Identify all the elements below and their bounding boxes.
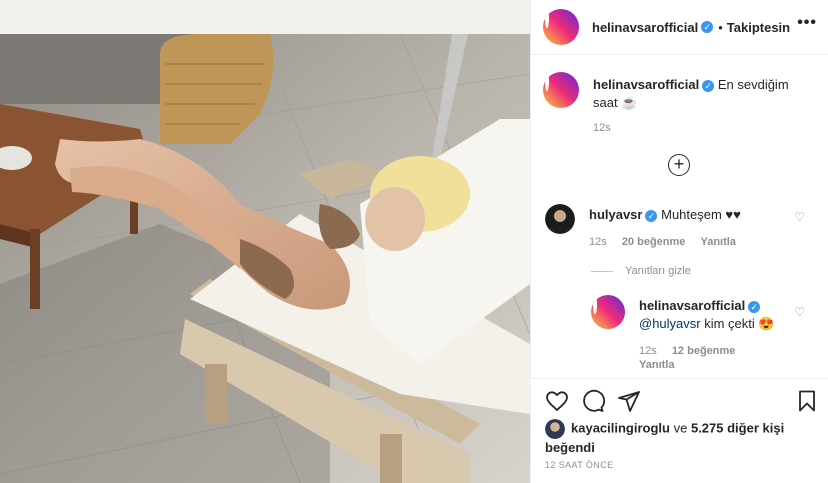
heart-icon[interactable]: ♡ xyxy=(794,210,805,224)
post-actions: kayacilingiroglu ve 5.275 diğer kişi beğ… xyxy=(531,378,828,483)
likes-others[interactable]: 5.275 diğer kişi xyxy=(691,420,784,435)
follow-status-button[interactable]: Takiptesin xyxy=(727,20,790,35)
post-side-panel: helinavsarofficial ✓ • Takiptesin ••• he… xyxy=(530,0,828,483)
verified-badge-icon: ✓ xyxy=(645,209,658,222)
comment-icon[interactable] xyxy=(581,389,605,413)
commenter-avatar[interactable] xyxy=(545,204,575,234)
reply-body: helinavsarofficial ✓ @hulyavsr kim çekti … xyxy=(639,297,779,333)
post-header: helinavsarofficial ✓ • Takiptesin ••• xyxy=(531,0,828,55)
liker-avatar[interactable] xyxy=(545,419,565,439)
photo-top-strip xyxy=(0,0,530,34)
more-options-icon[interactable]: ••• xyxy=(797,14,817,32)
separator-dot: • xyxy=(718,19,723,35)
author-avatar[interactable] xyxy=(543,9,579,45)
divider-line xyxy=(591,270,613,272)
post-photo[interactable] xyxy=(0,0,530,483)
heart-icon[interactable] xyxy=(545,389,569,413)
likes-summary: kayacilingiroglu ve 5.275 diğer kişi beğ… xyxy=(545,419,815,457)
paper-plane-icon[interactable] xyxy=(617,389,641,413)
plus-circle-icon[interactable]: + xyxy=(668,154,690,176)
caption-text-block: helinavsarofficial ✓ En sevdiğim saat ☕ xyxy=(593,76,813,112)
bookmark-icon[interactable] xyxy=(795,389,819,413)
commenter-username[interactable]: hulyavsr xyxy=(589,207,642,222)
caption-time[interactable]: 12s xyxy=(593,122,611,134)
comment-text: Muhteşem ♥♥ xyxy=(661,207,741,222)
verified-badge-icon: ✓ xyxy=(748,300,761,313)
comment-likes[interactable]: 20 beğenme xyxy=(622,236,686,248)
comment-body: hulyavsr ✓ Muhteşem ♥♥ xyxy=(589,206,789,224)
author-username[interactable]: helinavsarofficial xyxy=(592,20,698,35)
reply-username[interactable]: helinavsarofficial xyxy=(639,298,745,313)
reply-meta: 12s 12 beğenme Yanıtla xyxy=(639,344,747,372)
reply-avatar[interactable] xyxy=(591,295,625,329)
caption-username[interactable]: helinavsarofficial xyxy=(593,77,699,92)
heart-icon[interactable]: ♡ xyxy=(794,305,805,319)
hide-replies-button[interactable]: Yanıtları gizle xyxy=(591,265,691,277)
reply-reply-button[interactable]: Yanıtla xyxy=(639,359,674,371)
hide-replies-label: Yanıtları gizle xyxy=(625,265,691,277)
reply-likes[interactable]: 12 beğenme xyxy=(672,345,736,357)
reply-button[interactable]: Yanıtla xyxy=(700,236,735,248)
reply-mention[interactable]: @hulyavsr xyxy=(639,316,701,331)
comment-time[interactable]: 12s xyxy=(589,236,607,248)
reply-time[interactable]: 12s xyxy=(639,345,657,357)
comment-meta: 12s 20 beğenme Yanıtla xyxy=(589,236,748,248)
verified-badge-icon: ✓ xyxy=(701,21,714,33)
liker-username[interactable]: kayacilingiroglu xyxy=(571,420,670,435)
photo-illustration xyxy=(0,34,530,483)
reply-text: kim çekti 😍 xyxy=(700,316,775,331)
verified-badge-icon: ✓ xyxy=(702,79,715,92)
likes-connector: ve xyxy=(673,420,688,436)
caption-avatar[interactable] xyxy=(543,72,579,108)
likes-verb: beğendi xyxy=(545,440,595,455)
post-timestamp[interactable]: 12 SAAT ÖNCE xyxy=(545,460,614,470)
